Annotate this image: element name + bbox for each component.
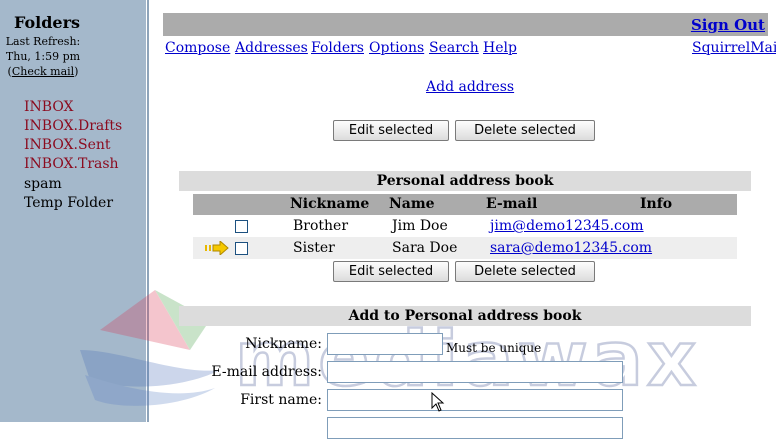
- last-name-field[interactable]: [327, 417, 623, 439]
- col-name[interactable]: Name: [389, 196, 435, 212]
- mouse-cursor-icon: [431, 392, 445, 412]
- delete-selected-button[interactable]: Delete selected: [455, 120, 595, 141]
- row-select-checkbox[interactable]: [235, 242, 248, 255]
- add-to-address-book-title: Add to Personal address book: [179, 306, 751, 326]
- check-mail-close-paren: ): [74, 65, 79, 78]
- col-email[interactable]: E-mail: [486, 196, 537, 212]
- check-mail-link[interactable]: Check mail: [12, 65, 74, 78]
- folder-inbox-drafts[interactable]: INBOX.Drafts: [24, 117, 122, 135]
- header-bar: Sign Out: [163, 13, 768, 36]
- edit-selected-button[interactable]: Edit selected: [333, 120, 449, 141]
- nav-compose[interactable]: Compose: [165, 40, 230, 56]
- last-refresh-label: Last Refresh:: [5, 35, 81, 48]
- sign-out-link[interactable]: Sign Out: [691, 16, 765, 34]
- folder-spam[interactable]: spam: [24, 175, 62, 193]
- delete-selected-button[interactable]: Delete selected: [455, 261, 595, 282]
- folder-sidebar: Folders Last Refresh: Thu, 1:59 pm (Chec…: [0, 0, 146, 422]
- folder-inbox[interactable]: INBOX: [24, 98, 74, 116]
- col-nickname[interactable]: Nickname: [290, 196, 369, 212]
- row-name: Jim Doe: [392, 218, 448, 234]
- row-select-checkbox[interactable]: [235, 220, 248, 233]
- first-name-field[interactable]: [327, 389, 623, 411]
- sidebar-title: Folders: [14, 13, 81, 32]
- folder-temp[interactable]: Temp Folder: [24, 194, 113, 212]
- folder-inbox-trash[interactable]: INBOX.Trash: [24, 155, 119, 173]
- squirrelmail-link[interactable]: SquirrelMail: [692, 40, 776, 56]
- nav-addresses[interactable]: Addresses: [235, 40, 308, 56]
- nickname-label: Nickname:: [245, 336, 322, 352]
- add-address-link[interactable]: Add address: [426, 79, 514, 95]
- personal-address-book-title: Personal address book: [179, 171, 751, 191]
- email-label: E-mail address:: [211, 364, 322, 380]
- sidebar-frame-gap: [150, 0, 152, 422]
- row-email-link[interactable]: jim@demo12345.com: [490, 218, 644, 234]
- nickname-hint: Must be unique: [446, 341, 542, 355]
- check-mail-wrapper: (Check mail): [0, 64, 86, 80]
- addressbook-column-header: Nickname Name E-mail Info: [193, 194, 737, 215]
- col-info: Info: [640, 196, 673, 212]
- refresh-time: Thu, 1:59 pm: [5, 50, 81, 63]
- nav-search[interactable]: Search: [429, 40, 479, 56]
- first-name-label: First name:: [240, 392, 322, 408]
- edit-selected-button[interactable]: Edit selected: [333, 261, 449, 282]
- nav-folders[interactable]: Folders: [311, 40, 364, 56]
- nav-help[interactable]: Help: [483, 40, 517, 56]
- email-field[interactable]: [327, 361, 623, 383]
- folder-inbox-sent[interactable]: INBOX.Sent: [24, 136, 111, 154]
- arrow-right-icon: [205, 241, 229, 255]
- row-nickname: Sister: [293, 240, 335, 256]
- nav-options[interactable]: Options: [369, 40, 424, 56]
- table-row: Sister Sara Doe sara@demo12345.com: [193, 237, 737, 259]
- nickname-field[interactable]: [327, 333, 443, 355]
- row-nickname: Brother: [293, 218, 349, 234]
- row-email-link[interactable]: sara@demo12345.com: [490, 240, 652, 256]
- row-name: Sara Doe: [392, 240, 458, 256]
- table-row: Brother Jim Doe jim@demo12345.com: [193, 215, 737, 237]
